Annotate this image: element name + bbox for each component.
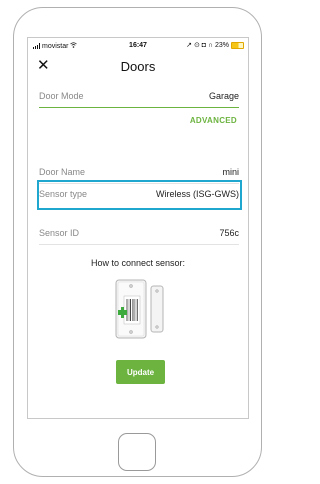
phone-screen: movistar 16:47 ↗ ⊙ ◘ ∩ 23% ✕ Doors Door … xyxy=(27,37,249,419)
sensor-id-label: Sensor ID xyxy=(39,228,80,238)
door-name-value: mini xyxy=(222,167,239,177)
close-icon[interactable]: ✕ xyxy=(37,57,50,75)
sensor-type-value: Wireless (ISG-GWS) xyxy=(156,189,239,199)
door-name-label: Door Name xyxy=(39,167,86,177)
home-button[interactable] xyxy=(118,433,156,471)
header: ✕ Doors xyxy=(28,54,248,80)
advanced-link[interactable]: ADVANCED xyxy=(190,116,237,125)
sensor-id-underline xyxy=(39,244,239,245)
update-button[interactable]: Update xyxy=(116,360,165,384)
status-indicators: ↗ ⊙ ◘ ∩ xyxy=(186,42,213,49)
battery-icon xyxy=(231,41,244,49)
sensor-id-value: 756c xyxy=(219,228,239,238)
sensor-type-row[interactable]: Sensor type Wireless (ISG-GWS) xyxy=(39,184,239,206)
page-title: Doors xyxy=(120,59,156,74)
sensor-type-label: Sensor type xyxy=(39,189,88,199)
status-right: ↗ ⊙ ◘ ∩ 23% xyxy=(186,41,244,49)
door-mode-value: Garage xyxy=(208,91,239,101)
connect-sensor-heading: How to connect sensor: xyxy=(90,258,186,268)
door-mode-row[interactable]: Door Mode Garage xyxy=(39,86,239,108)
battery-percent: 23% xyxy=(214,41,229,49)
door-mode-underline xyxy=(39,107,239,108)
sensor-id-row[interactable]: Sensor ID 756c xyxy=(39,223,239,245)
status-bar: movistar 16:47 ↗ ⊙ ◘ ∩ 23% xyxy=(28,38,248,52)
door-mode-label: Door Mode xyxy=(39,91,84,101)
door-sensor-illustration xyxy=(113,274,167,344)
